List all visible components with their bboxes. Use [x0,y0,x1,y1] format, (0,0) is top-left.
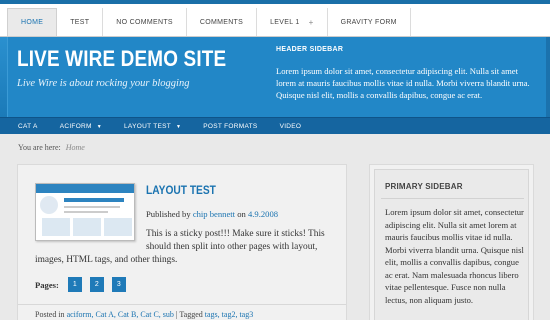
cat-nav-item-layout-test[interactable]: LAYOUT TEST ▼ [113,118,192,135]
top-navigation-bar: HOME TEST NO COMMENTS COMMENTS LEVEL 1 + … [0,4,550,37]
breadcrumb-prefix: You are here: [18,143,61,152]
post-excerpt-line2: images, HTML tags, and other things. [35,255,178,265]
cat-nav-item-post-formats[interactable]: POST FORMATS [192,118,268,135]
top-nav-label: HOME [21,19,44,26]
thumbnail-block [104,218,132,236]
category-navigation-menu: CAT A ACIFORM ▼ LAYOUT TEST ▼ POST FORMATS… [7,118,312,135]
cat-nav-label: VIDEO [279,123,302,130]
cat-nav-item-video[interactable]: VIDEO [269,118,313,135]
thumbnail-block [73,218,101,236]
cat-nav-label: ACIFORM [59,123,92,130]
top-nav-item-test[interactable]: TEST [57,8,104,36]
cat-nav-label: CAT A [18,123,38,130]
cat-nav-label: LAYOUT TEST [124,123,172,130]
thumbnail-text-line [64,211,108,213]
cat-nav-label: POST FORMATS [203,123,258,130]
thumbnail-text-line [64,206,120,208]
thumbnail-block [42,218,70,236]
published-by-label: Published by [146,209,191,219]
top-nav-label: LEVEL 1 [270,18,300,26]
top-nav-item-level-1[interactable]: LEVEL 1 + [257,8,328,36]
thumbnail-title-bar [64,198,124,202]
post-date-link[interactable]: 4.9.2008 [248,209,278,219]
chevron-down-icon: ▼ [176,123,182,130]
sidebar-divider [381,198,524,199]
primary-sidebar-text: Lorem ipsum dolor sit amet, consectetur … [385,207,524,305]
thumbnail-header [36,184,134,193]
top-nav-item-comments[interactable]: COMMENTS [186,8,258,36]
top-nav-label: GRAVITY FORM [340,18,397,26]
top-nav-item-gravity-form[interactable]: GRAVITY FORM [327,8,411,36]
post-tag-links[interactable]: tags, tag2, tag3 [205,310,253,319]
primary-sidebar-title: PRIMARY SIDEBAR [385,182,463,191]
on-label: on [237,209,246,219]
category-navigation-bar: CAT A ACIFORM ▼ LAYOUT TEST ▼ POST FORMATS… [0,117,550,134]
page-2-button[interactable]: 2 [89,277,104,292]
thumbnail-logo [40,196,58,214]
chevron-down-icon: ▼ [96,123,103,130]
post-pagination: Pages: 1 2 3 [35,277,134,292]
top-nav-label: TEST [70,18,90,26]
primary-sidebar-widget: PRIMARY SIDEBAR Lorem ipsum dolor sit am… [374,169,529,320]
top-nav-label: COMMENTS [199,18,244,26]
site-tagline: Live Wire is about rocking your blogging [17,78,190,89]
top-nav-item-no-comments[interactable]: NO COMMENTS [103,8,187,36]
pages-label: Pages: [35,279,59,290]
primary-sidebar: PRIMARY SIDEBAR Lorem ipsum dolor sit am… [369,164,534,320]
post-meta: Posted in aciform, Cat A, Cat B, Cat C, … [18,304,346,319]
header-sidebar-title: HEADER SIDEBAR [276,46,344,53]
post-excerpt-line1: This is a sticky post!!! Make sure it st… [146,229,325,252]
header-sidebar-text: Lorem ipsum dolor sit amet, consectetur … [276,66,530,100]
page-1-button[interactable]: 1 [67,277,82,292]
post-byline: Published by chip bennett on 4.9.2008 [146,209,278,219]
header-right-edge [546,37,550,117]
top-nav-label: NO COMMENTS [116,18,173,26]
cat-nav-item-aciform[interactable]: ACIFORM ▼ [49,118,113,135]
plus-icon: + [308,17,314,27]
posted-in-label: Posted in [35,310,65,319]
top-nav-item-home[interactable]: HOME [7,8,58,36]
author-link[interactable]: chip bennett [193,209,235,219]
main-content-post: LAYOUT TEST Published by chip bennett on… [17,164,347,320]
breadcrumb: You are here: Home [18,143,85,152]
breadcrumb-current: Home [65,143,85,152]
page-3-button[interactable]: 3 [111,277,126,292]
top-navigation-menu: HOME TEST NO COMMENTS COMMENTS LEVEL 1 + … [7,8,411,36]
cat-nav-item-cat-a[interactable]: CAT A [7,118,49,135]
post-title-link[interactable]: LAYOUT TEST [146,183,216,197]
post-thumbnail-image[interactable] [35,183,135,241]
tagged-label: | Tagged [175,310,203,319]
site-title[interactable]: LIVE WIRE DEMO SITE [17,46,226,72]
post-category-links[interactable]: aciform, Cat A, Cat B, Cat C, sub [67,310,174,319]
